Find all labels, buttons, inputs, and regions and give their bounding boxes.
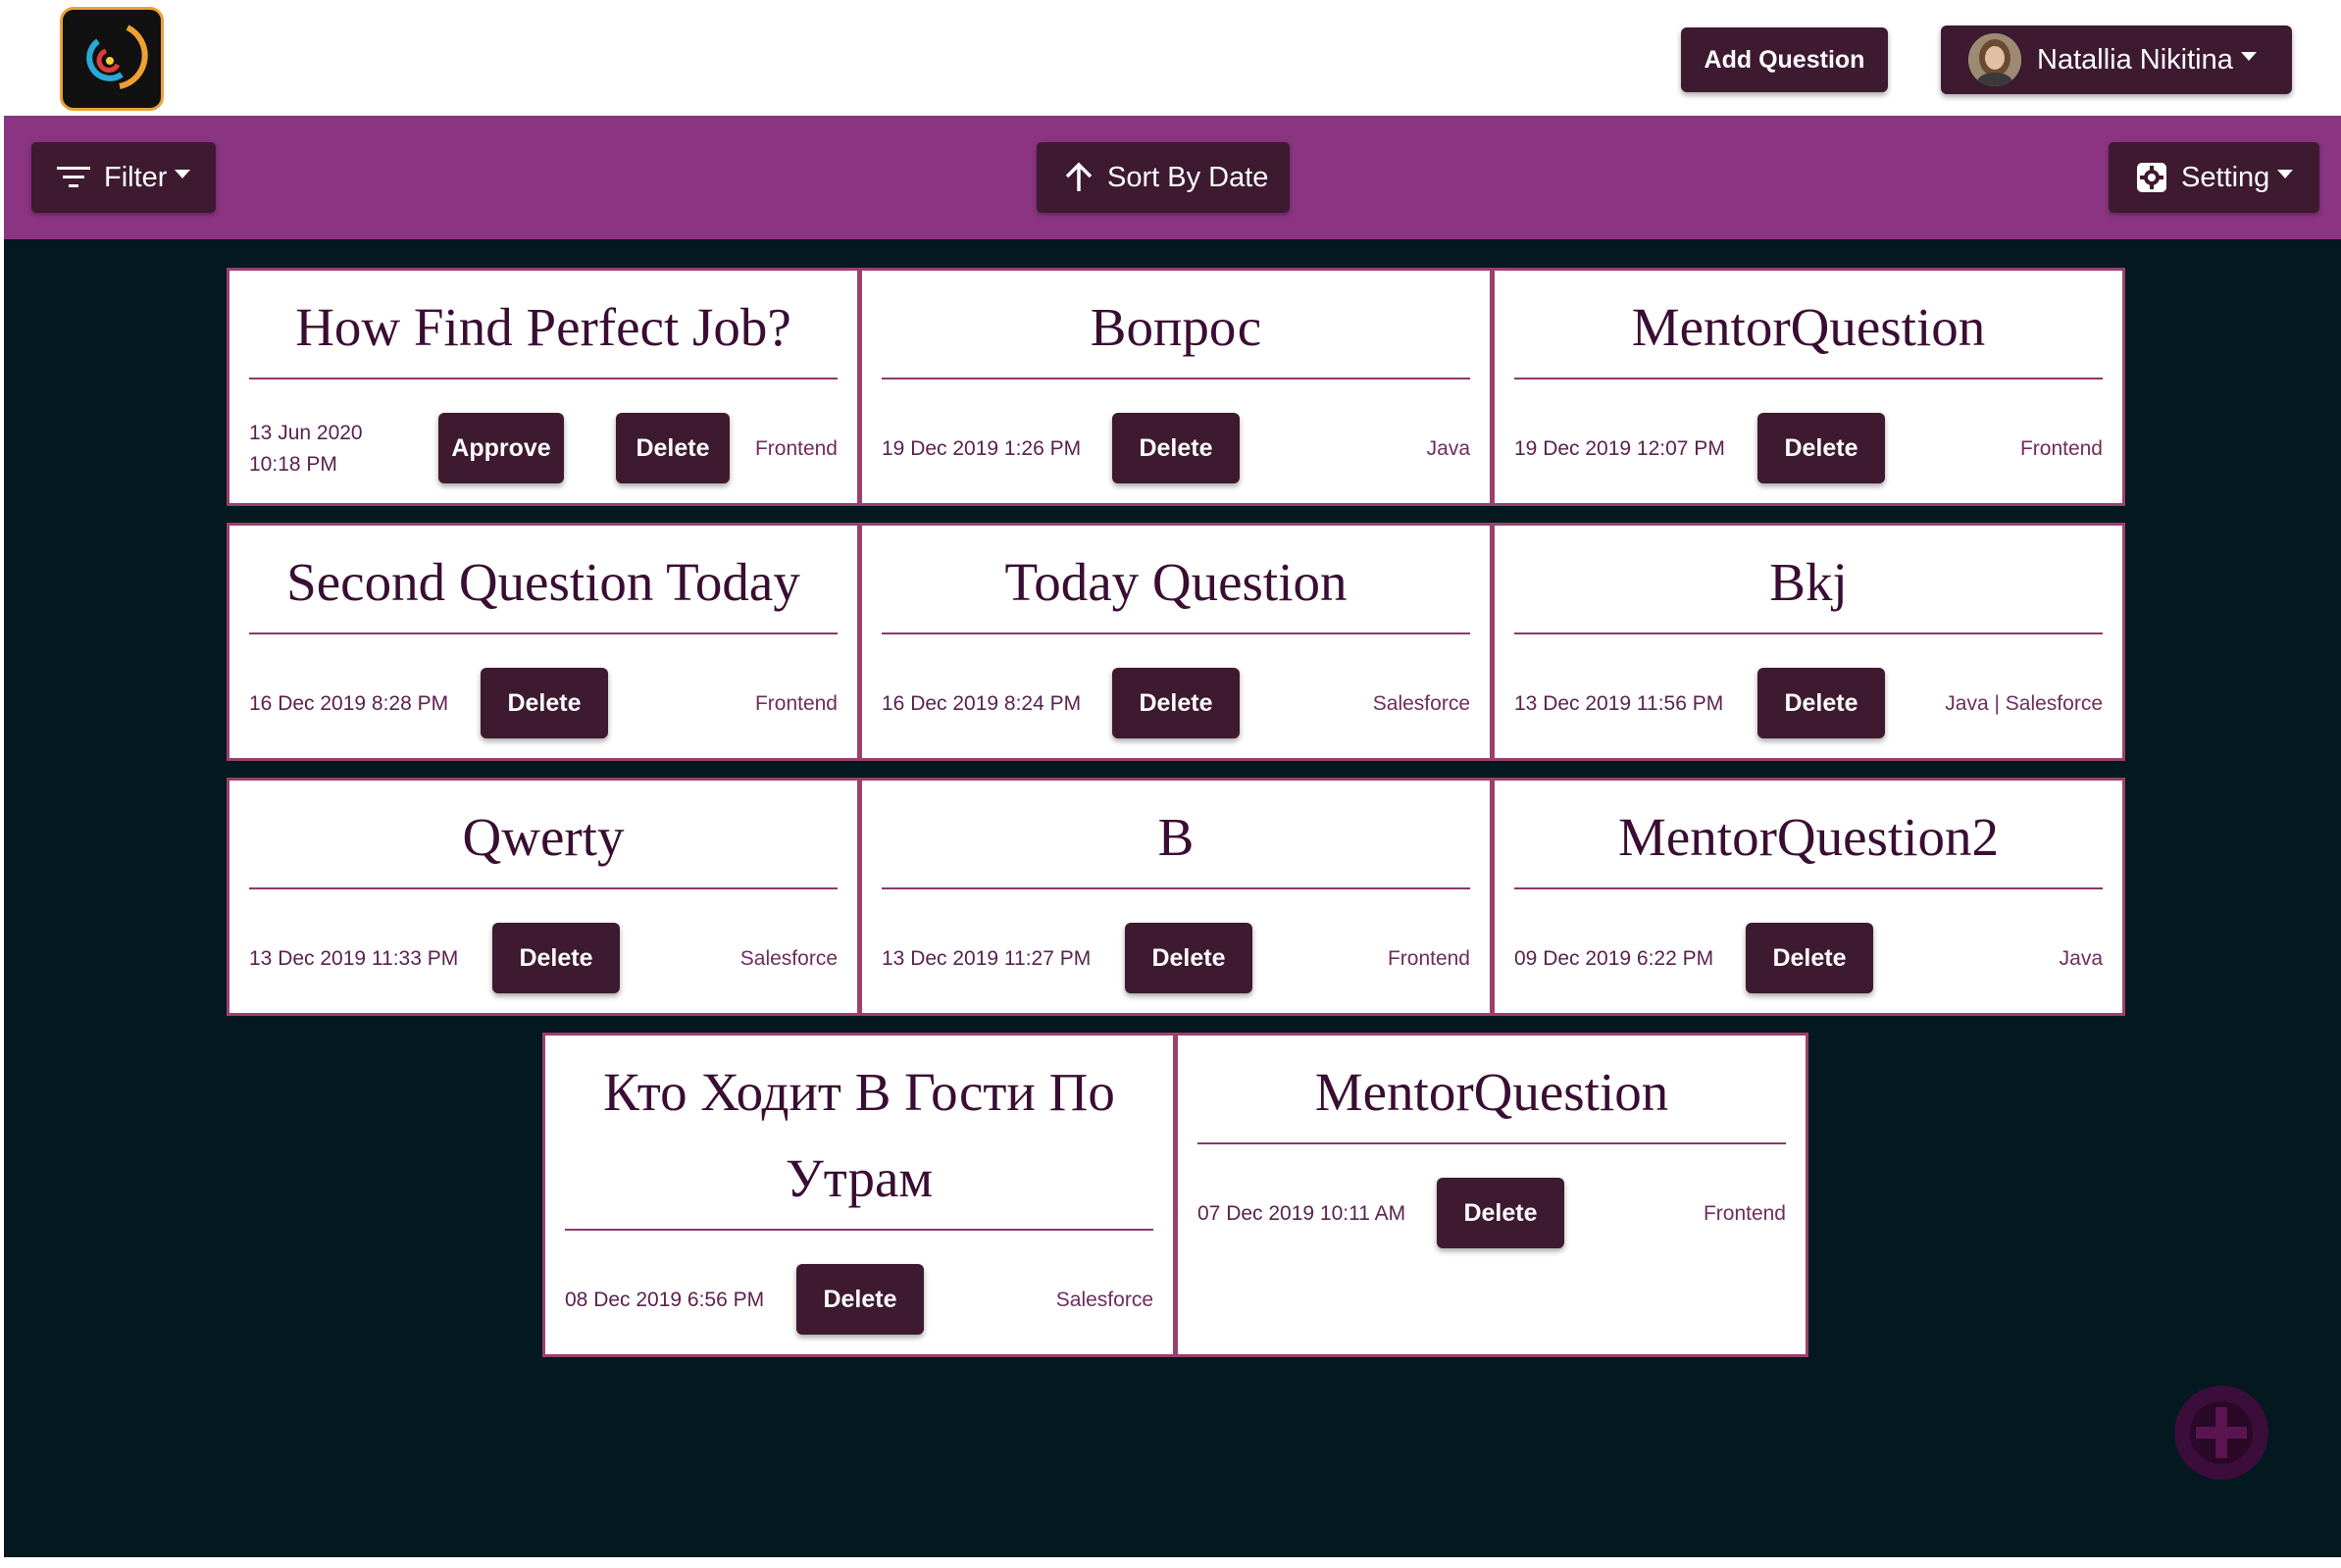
approve-button[interactable]: Approve bbox=[438, 413, 564, 483]
question-title: Today Question bbox=[1004, 552, 1348, 612]
setting-label: Setting bbox=[2181, 161, 2270, 193]
question-card[interactable]: MentorQuestion 19 Dec 2019 12:07 PM Dele… bbox=[1492, 268, 2125, 506]
divider bbox=[1197, 1142, 1786, 1144]
question-date: 19 Dec 2019 12:07 PM bbox=[1514, 437, 1725, 460]
app-frame: Add Question Natallia Nikitina Filter So… bbox=[4, 0, 2341, 1557]
question-card[interactable]: MentorQuestion 07 Dec 2019 10:11 AM Dele… bbox=[1175, 1033, 1808, 1357]
question-date: 13 Dec 2019 11:33 PM bbox=[249, 947, 459, 970]
sort-by-date-button[interactable]: Sort By Date bbox=[1037, 142, 1290, 213]
divider bbox=[565, 1229, 1153, 1231]
delete-button[interactable]: Delete bbox=[1112, 413, 1240, 483]
question-date: 13 Dec 2019 11:27 PM bbox=[882, 947, 1092, 970]
divider bbox=[249, 632, 838, 634]
question-tag: Frontend bbox=[754, 692, 838, 715]
question-card[interactable]: MentorQuestion2 09 Dec 2019 6:22 PM Dele… bbox=[1492, 778, 2125, 1016]
gear-icon bbox=[2137, 163, 2166, 192]
user-menu-button[interactable]: Natallia Nikitina bbox=[1941, 25, 2292, 94]
question-title: Qwerty bbox=[462, 807, 625, 867]
add-fab-button[interactable] bbox=[2174, 1386, 2268, 1480]
question-title: Bkj bbox=[1769, 552, 1848, 612]
delete-button[interactable]: Delete bbox=[1757, 413, 1885, 483]
question-tag: Java | Salesforce bbox=[1945, 692, 2103, 715]
delete-button[interactable]: Delete bbox=[492, 923, 620, 993]
toolbar: Filter Sort By Date Setting bbox=[4, 116, 2341, 239]
question-tag: Frontend bbox=[754, 437, 838, 460]
add-question-button[interactable]: Add Question bbox=[1681, 27, 1888, 92]
question-card[interactable]: How Find Perfect Job? 13 Jun 2020 10:18 … bbox=[227, 268, 860, 506]
delete-button[interactable]: Delete bbox=[1112, 668, 1240, 738]
question-tag: Frontend bbox=[1387, 947, 1470, 970]
question-date: 16 Dec 2019 8:28 PM bbox=[249, 692, 449, 715]
question-card[interactable]: Кто Ходит В Гости По Утрам 08 Dec 2019 6… bbox=[542, 1033, 1176, 1357]
question-title: How Find Perfect Job? bbox=[295, 297, 791, 357]
question-date: 08 Dec 2019 6:56 PM bbox=[565, 1289, 765, 1311]
question-date: 13 Dec 2019 11:56 PM bbox=[1514, 692, 1724, 715]
setting-button[interactable]: Setting bbox=[2109, 142, 2319, 213]
delete-button[interactable]: Delete bbox=[1746, 923, 1873, 993]
question-title: Кто Ходит В Гости По Утрам bbox=[603, 1062, 1115, 1208]
question-tag: Salesforce bbox=[1372, 692, 1470, 715]
divider bbox=[882, 887, 1470, 889]
question-title: MentorQuestion2 bbox=[1617, 807, 1999, 867]
arrow-up-icon bbox=[1065, 162, 1093, 191]
question-tag: Salesforce bbox=[739, 947, 838, 970]
filter-button[interactable]: Filter bbox=[31, 142, 216, 213]
divider bbox=[249, 378, 838, 379]
question-date: 19 Dec 2019 1:26 PM bbox=[882, 437, 1082, 460]
divider bbox=[882, 632, 1470, 634]
question-card[interactable]: B 13 Dec 2019 11:27 PM Delete Frontend bbox=[859, 778, 1493, 1016]
divider bbox=[1514, 378, 2103, 379]
top-header: Add Question Natallia Nikitina bbox=[4, 0, 2341, 116]
question-title: MentorQuestion bbox=[1631, 297, 1986, 357]
delete-button[interactable]: Delete bbox=[796, 1264, 924, 1335]
delete-button[interactable]: Delete bbox=[1437, 1178, 1564, 1248]
caret-down-icon bbox=[2240, 51, 2257, 61]
divider bbox=[249, 887, 838, 889]
question-title: MentorQuestion bbox=[1314, 1062, 1669, 1122]
question-date: 07 Dec 2019 10:11 AM bbox=[1197, 1202, 1406, 1225]
app-logo-icon[interactable] bbox=[60, 7, 164, 111]
question-tag: Salesforce bbox=[1055, 1289, 1153, 1311]
question-title: Вопрос bbox=[1090, 297, 1262, 357]
question-card[interactable]: Bkj 13 Dec 2019 11:56 PM Delete Java | S… bbox=[1492, 523, 2125, 761]
question-tag: Java bbox=[2059, 947, 2103, 970]
delete-button[interactable]: Delete bbox=[481, 668, 608, 738]
question-tag: Frontend bbox=[2019, 437, 2103, 460]
filter-label: Filter bbox=[104, 161, 168, 193]
question-card[interactable]: Second Question Today 16 Dec 2019 8:28 P… bbox=[227, 523, 860, 761]
question-card[interactable]: Qwerty 13 Dec 2019 11:33 PM Delete Sales… bbox=[227, 778, 860, 1016]
question-tag: Java bbox=[1426, 437, 1470, 460]
caret-down-icon bbox=[2277, 169, 2294, 178]
question-title: B bbox=[1157, 807, 1195, 867]
caret-down-icon bbox=[175, 169, 191, 178]
divider bbox=[1514, 887, 2103, 889]
divider bbox=[1514, 632, 2103, 634]
question-title: Second Question Today bbox=[286, 552, 800, 612]
question-card[interactable]: Today Question 16 Dec 2019 8:24 PM Delet… bbox=[859, 523, 1493, 761]
user-name-label: Natallia Nikitina bbox=[2037, 43, 2233, 76]
delete-button[interactable]: Delete bbox=[1757, 668, 1885, 738]
delete-button[interactable]: Delete bbox=[616, 413, 730, 483]
avatar bbox=[1968, 33, 2021, 86]
question-date: 16 Dec 2019 8:24 PM bbox=[882, 692, 1082, 715]
plus-icon bbox=[2190, 1401, 2253, 1464]
filter-icon bbox=[57, 167, 90, 187]
question-date: 13 Jun 2020 10:18 PM bbox=[249, 422, 363, 476]
question-date: 09 Dec 2019 6:22 PM bbox=[1514, 947, 1714, 970]
delete-button[interactable]: Delete bbox=[1125, 923, 1252, 993]
divider bbox=[882, 378, 1470, 379]
sort-label: Sort By Date bbox=[1107, 161, 1269, 193]
question-tag: Frontend bbox=[1703, 1202, 1786, 1225]
question-card[interactable]: Вопрос 19 Dec 2019 1:26 PM Delete Java bbox=[859, 268, 1493, 506]
